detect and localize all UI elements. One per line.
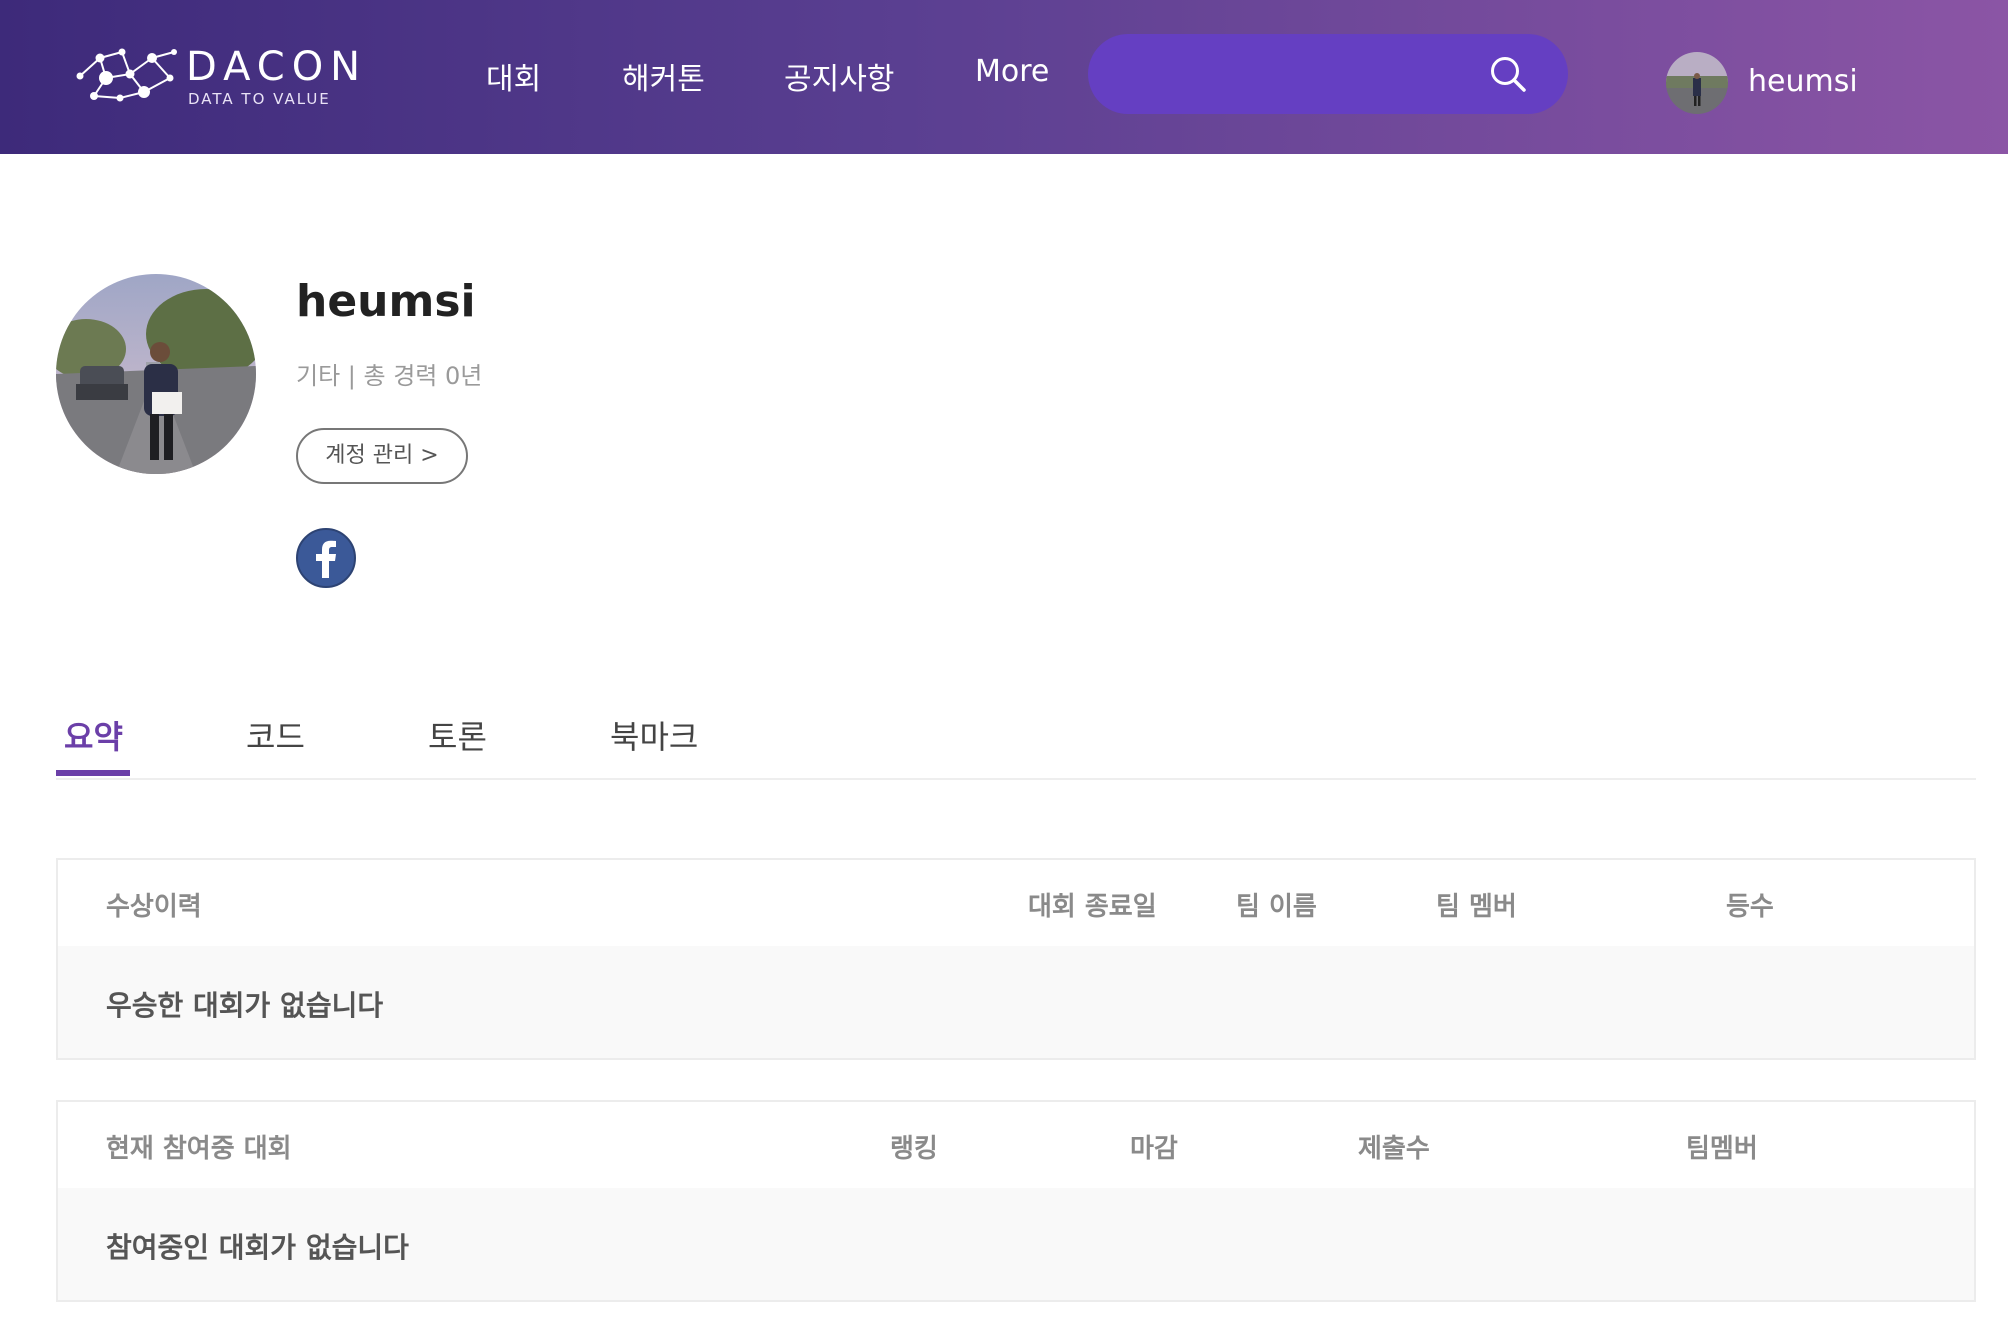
top-navigation-bar: DACON DATA TO VALUE 대회 해커톤 공지사항 More heu… xyxy=(0,0,2008,154)
column-header-team-members: 팀멤버 xyxy=(1686,1134,1758,1164)
profile-avatar xyxy=(56,274,256,474)
awards-table: 수상이력 대회 종료일 팀 이름 팀 멤버 등수 우승한 대회가 없습니다 xyxy=(56,858,1976,1060)
column-header-awards: 수상이력 xyxy=(106,892,202,922)
column-header-team-name: 팀 이름 xyxy=(1236,892,1317,922)
table-empty-row: 참여중인 대회가 없습니다 xyxy=(58,1188,1974,1300)
nav-item-notices[interactable]: 공지사항 xyxy=(784,54,894,98)
search-button[interactable] xyxy=(1488,54,1528,94)
logo-wordmark: DACON xyxy=(186,44,368,90)
column-header-team-members: 팀 멤버 xyxy=(1436,892,1517,922)
column-header-submissions: 제출수 xyxy=(1358,1134,1430,1164)
tab-summary[interactable]: 요약 xyxy=(64,712,123,758)
empty-message: 참여중인 대회가 없습니다 xyxy=(106,1231,409,1264)
column-header-rank: 등수 xyxy=(1726,892,1774,922)
search-icon xyxy=(1491,57,1526,92)
table-header: 현재 참여중 대회 랭킹 마감 제출수 팀멤버 xyxy=(58,1102,1974,1188)
user-name[interactable]: heumsi xyxy=(1748,64,1858,99)
current-competitions-table: 현재 참여중 대회 랭킹 마감 제출수 팀멤버 참여중인 대회가 없습니다 xyxy=(56,1100,1976,1302)
avatar[interactable] xyxy=(1666,52,1728,114)
tab-code[interactable]: 코드 xyxy=(246,712,305,758)
column-header-end-date: 대회 종료일 xyxy=(1028,892,1157,922)
empty-message: 우승한 대회가 없습니다 xyxy=(106,989,384,1022)
nav-item-more[interactable]: More xyxy=(975,54,1049,89)
tab-discussion[interactable]: 토론 xyxy=(428,712,487,758)
active-tab-indicator xyxy=(56,770,130,776)
profile-name: heumsi xyxy=(296,276,476,327)
profile-meta: 기타 | 총 경력 0년 xyxy=(296,362,483,390)
facebook-link[interactable] xyxy=(296,528,356,588)
table-empty-row: 우승한 대회가 없습니다 xyxy=(58,946,1974,1058)
facebook-icon xyxy=(296,528,356,588)
table-header: 수상이력 대회 종료일 팀 이름 팀 멤버 등수 xyxy=(58,860,1974,946)
search-bar xyxy=(1088,34,1568,114)
column-header-current: 현재 참여중 대회 xyxy=(106,1134,292,1164)
logo-tagline: DATA TO VALUE xyxy=(188,90,331,108)
search-input[interactable] xyxy=(1118,50,1482,100)
profile-tabs: 요약 코드 토론 북마크 xyxy=(56,700,1976,780)
nav-item-hackathon[interactable]: 해커톤 xyxy=(622,54,705,98)
network-logo-icon xyxy=(76,48,177,102)
nav-item-competitions[interactable]: 대회 xyxy=(486,54,541,98)
dacon-logo[interactable]: DACON DATA TO VALUE xyxy=(74,44,374,108)
column-header-deadline: 마감 xyxy=(1130,1134,1178,1164)
tab-bookmark[interactable]: 북마크 xyxy=(610,712,698,758)
account-settings-button[interactable]: 계정 관리 > xyxy=(296,428,468,484)
column-header-ranking: 랭킹 xyxy=(890,1134,938,1164)
avatar-photo xyxy=(1666,52,1728,114)
profile-photo xyxy=(56,274,256,474)
